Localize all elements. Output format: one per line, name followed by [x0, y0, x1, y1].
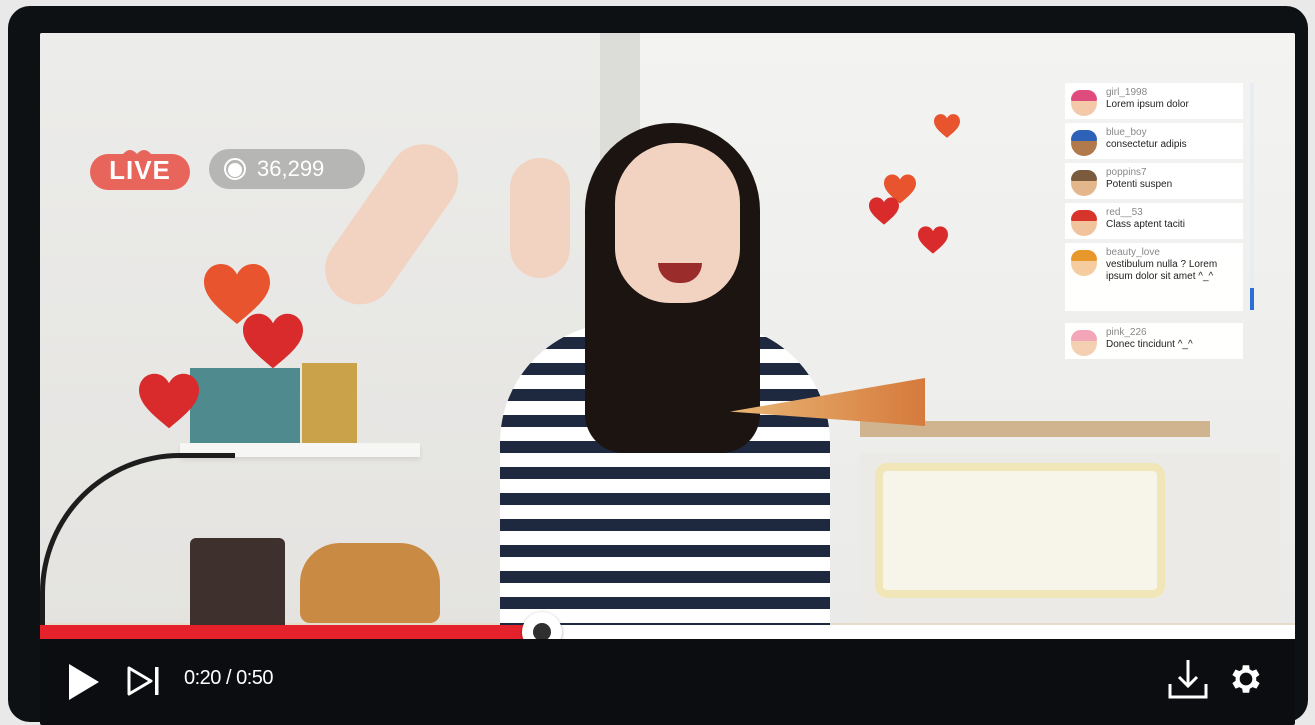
gear-icon [1232, 665, 1260, 693]
download-icon [1168, 660, 1208, 699]
avatar [1071, 90, 1097, 116]
settings-button[interactable] [1224, 657, 1268, 701]
download-button[interactable] [1162, 653, 1214, 705]
chat-message-body: poppins7 Potenti suspen [1106, 167, 1172, 195]
chat-message: blue_boy consectetur adipis [1065, 123, 1243, 159]
person-thumb [510, 158, 570, 278]
heart-icon [918, 226, 948, 254]
chat-message: pink_226 Donec tincidunt ^_^ [1065, 323, 1243, 359]
chat-text: consectetur adipis [1106, 139, 1187, 150]
avatar [1071, 210, 1097, 236]
skip-next-icon [127, 666, 159, 696]
scene-drink [190, 538, 285, 633]
live-label: LIVE [109, 155, 171, 185]
heart-icon [139, 373, 199, 429]
chat-message: poppins7 Potenti suspen [1065, 163, 1243, 199]
avatar [1071, 250, 1097, 276]
chat-scrollbar[interactable] [1250, 83, 1254, 311]
chat-text: Lorem ipsum dolor [1106, 99, 1189, 110]
chat-text: Donec tincidunt ^_^ [1106, 339, 1193, 350]
chat-text: vestibulum nulla ? Lorem ipsum dolor sit… [1106, 259, 1218, 282]
video-player[interactable]: LIVE 36,299 girl_1998 Lorem ipsum dolor … [40, 33, 1295, 725]
device-frame: LIVE 36,299 girl_1998 Lorem ipsum dolor … [8, 6, 1308, 725]
avatar [1071, 330, 1097, 356]
chat-username: poppins7 [1106, 167, 1147, 178]
chat-username: red__53 [1106, 207, 1143, 218]
scene-book [190, 368, 300, 444]
play-button[interactable] [62, 657, 106, 707]
scene-food [300, 543, 440, 623]
chat-message-body: beauty_love vestibulum nulla ? Lorem ips… [1106, 247, 1226, 307]
chat-message-body: blue_boy consectetur adipis [1106, 127, 1187, 155]
chat-message-body: red__53 Class aptent taciti [1106, 207, 1185, 235]
chat-username: girl_1998 [1106, 87, 1148, 98]
live-badge: LIVE [90, 148, 190, 193]
play-icon [69, 664, 99, 700]
skip-next-button[interactable] [124, 661, 164, 701]
heart-icon [934, 114, 960, 138]
heart-icon [243, 313, 303, 369]
time-display: 0:20 / 0:50 [184, 667, 274, 689]
chat-username: blue_boy [1106, 127, 1147, 138]
chat-message-body: pink_226 Donec tincidunt ^_^ [1106, 327, 1193, 355]
seek-bar[interactable] [40, 612, 1295, 652]
chat-message: red__53 Class aptent taciti [1065, 203, 1243, 239]
avatar [1071, 130, 1097, 156]
player-controls: 0:20 / 0:50 [40, 639, 1295, 725]
scene-pillow [875, 463, 1165, 598]
chat-username: beauty_love [1106, 247, 1160, 258]
chat-text: Potenti suspen [1106, 179, 1173, 190]
viewer-count-pill: 36,299 [209, 149, 365, 189]
seek-bar-played [40, 625, 542, 639]
viewer-count: 36,299 [257, 156, 325, 181]
avatar [1071, 170, 1097, 196]
chat-message-body: girl_1998 Lorem ipsum dolor [1106, 87, 1189, 115]
viewer-eye-icon [215, 149, 255, 189]
scene-book-2 [302, 363, 357, 443]
chat-username: pink_226 [1106, 327, 1147, 338]
heart-icon [869, 197, 899, 225]
chat-text: Class aptent taciti [1106, 219, 1185, 230]
chat-scrollbar-thumb[interactable] [1250, 288, 1254, 310]
chat-message: girl_1998 Lorem ipsum dolor [1065, 83, 1243, 119]
chat-message: beauty_love vestibulum nulla ? Lorem ips… [1065, 243, 1243, 311]
